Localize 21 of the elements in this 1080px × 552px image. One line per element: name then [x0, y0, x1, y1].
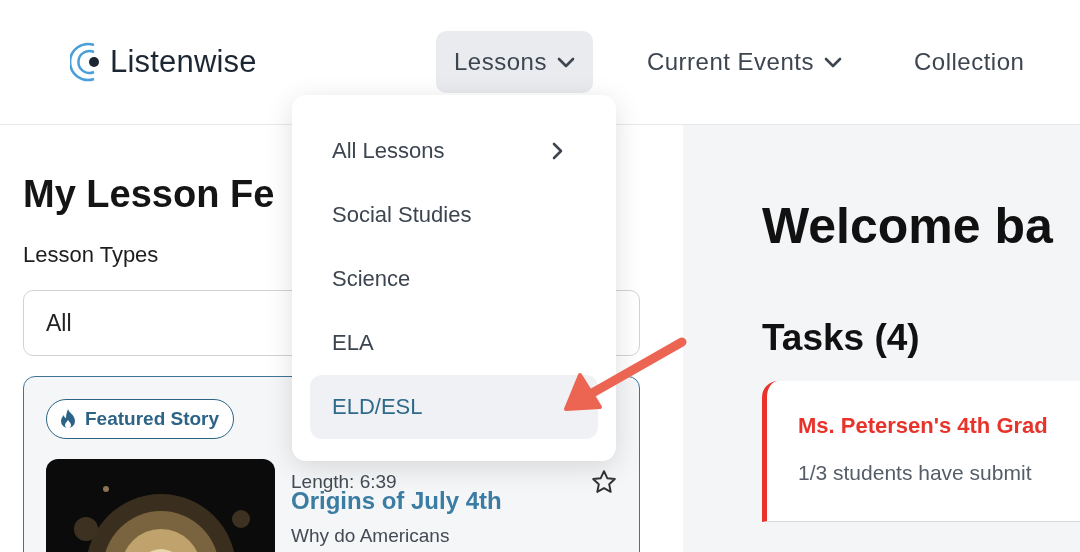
task-status: 1/3 students have submit: [798, 461, 1033, 485]
menu-item[interactable]: ELD/ESL: [310, 375, 598, 439]
nav-tab[interactable]: Current Events: [628, 31, 860, 93]
tasks-heading: Tasks (4): [762, 317, 921, 359]
menu-item[interactable]: All Lessons: [310, 119, 598, 183]
featured-badge: Featured Story: [46, 399, 235, 439]
lesson-summary: Why do Americans: [291, 525, 451, 547]
section-title: My Lesson Fe: [23, 173, 275, 216]
star-icon[interactable]: [591, 469, 617, 495]
nav-tab[interactable]: Lessons: [436, 31, 593, 93]
lesson-length: Length: 6:39: [291, 471, 397, 492]
menu-item[interactable]: ELA: [310, 311, 598, 375]
logo-text[interactable]: Listenwise: [110, 44, 257, 80]
task-card[interactable]: Ms. Petersen's 4th Grad 1/3 students have submit: [762, 381, 1080, 522]
flame-icon: [59, 409, 77, 429]
welcome-heading: Welcome ba: [762, 197, 1054, 255]
nav-tab[interactable]: Collection: [895, 31, 1043, 93]
field-label: Lesson Types: [23, 242, 160, 268]
menu-item[interactable]: Social Studies: [310, 183, 598, 247]
task-title: Ms. Petersen's 4th Grad: [798, 413, 1049, 439]
menu-item[interactable]: Science: [310, 247, 598, 311]
